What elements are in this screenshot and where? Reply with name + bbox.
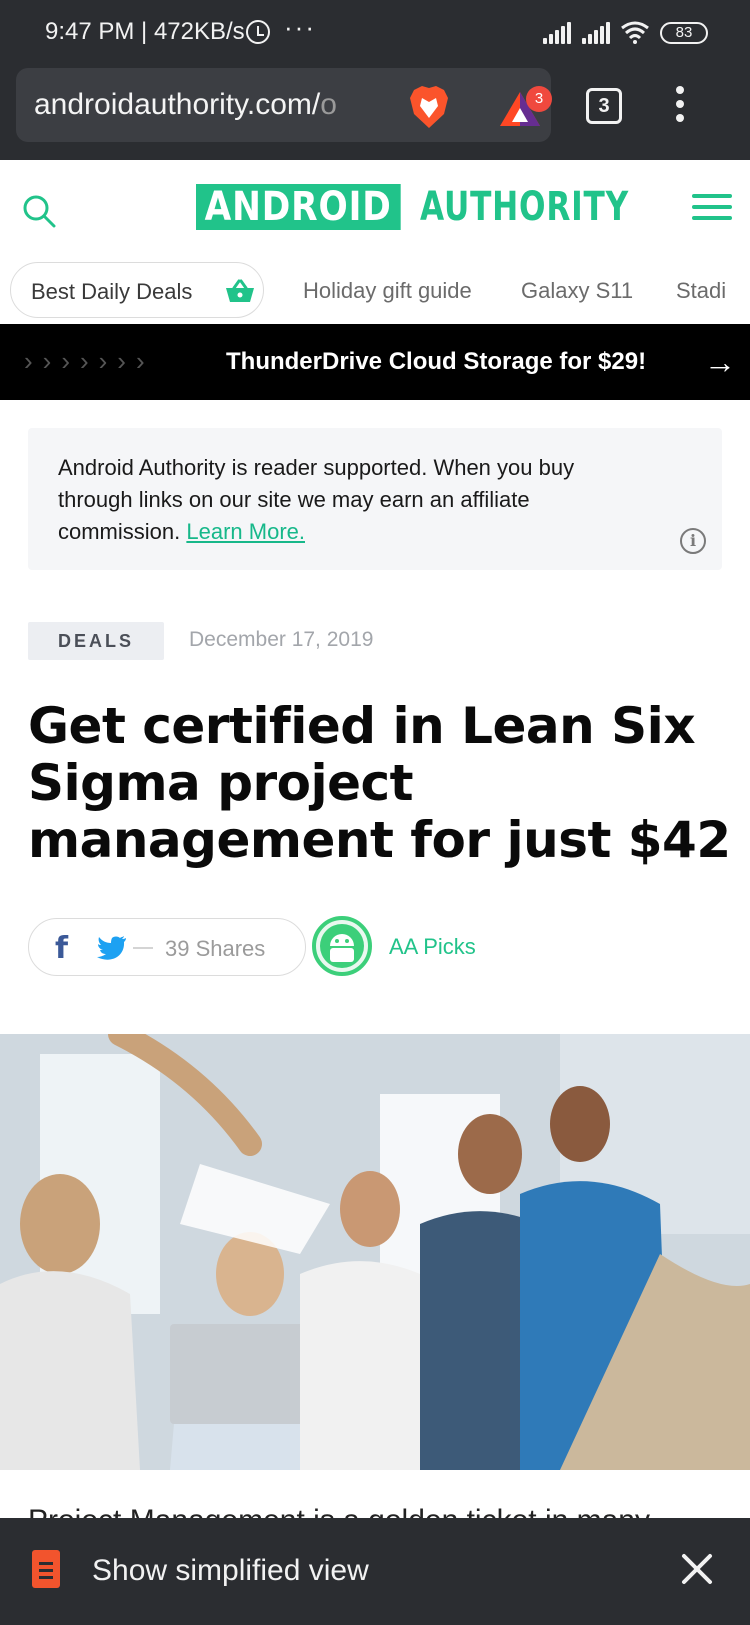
logo-authority: AUTHORITY <box>419 184 629 230</box>
close-icon[interactable] <box>680 1552 714 1586</box>
divider <box>133 947 153 949</box>
promo-banner[interactable]: ››››››› ThunderDrive Cloud Storage for $… <box>0 324 750 400</box>
chip-best-daily-deals[interactable]: Best Daily Deals <box>10 262 264 318</box>
promo-text: ThunderDrive Cloud Storage for $29! <box>226 348 647 375</box>
share-count: 39 Shares <box>165 936 266 961</box>
chevrons-decoration: ››››››› <box>24 346 155 376</box>
browser-toolbar: androidauthority.com/o 3 3 <box>0 64 750 160</box>
address-bar[interactable]: androidauthority.com/o 3 <box>16 68 552 142</box>
tab-switcher-button[interactable]: 3 <box>586 88 622 124</box>
hero-image <box>0 1034 750 1470</box>
status-time: 9:47 PM | 472KB/s <box>45 18 245 45</box>
rewards-badge: 3 <box>526 86 552 112</box>
affiliate-notice: Android Authority is reader supported. W… <box>28 428 722 570</box>
chip-label: Best Daily Deals <box>31 279 193 304</box>
url-text[interactable]: androidauthority.com/o <box>34 88 384 122</box>
learn-more-link[interactable]: Learn More. <box>186 519 305 544</box>
twitter-icon[interactable] <box>97 935 127 961</box>
reader-mode-icon <box>32 1550 60 1588</box>
category-tag[interactable]: DEALS <box>28 622 164 660</box>
alarm-icon <box>246 20 270 44</box>
author-avatar[interactable] <box>312 916 372 976</box>
battery-icon: 83 <box>660 22 708 44</box>
article-date: December 17, 2019 <box>189 628 374 651</box>
chip-holiday-gift-guide[interactable]: Holiday gift guide <box>303 278 472 304</box>
hero-illustration <box>0 1034 750 1470</box>
simplified-view-bar: Show simplified view <box>0 1518 750 1625</box>
wifi-icon <box>621 21 649 44</box>
search-icon[interactable] <box>22 194 56 228</box>
menu-icon[interactable] <box>692 194 732 224</box>
more-notifications-icon: ··· <box>284 12 316 42</box>
show-simplified-view-button[interactable]: Show simplified view <box>92 1554 369 1588</box>
chip-galaxy-s11[interactable]: Galaxy S11 <box>521 278 633 304</box>
logo-android: ANDROID <box>196 184 401 230</box>
status-bar: 9:47 PM | 472KB/s ··· 83 <box>0 0 750 64</box>
android-robot-icon <box>320 924 364 968</box>
arrow-right-icon: → <box>704 344 736 380</box>
notice-text: Android Authority is reader supported. W… <box>58 455 575 544</box>
site-logo[interactable]: ANDROID AUTHORITY <box>196 184 687 230</box>
author-name[interactable]: AA Picks <box>389 934 476 960</box>
chip-stadia[interactable]: Stadi <box>676 278 726 304</box>
category-nav: Best Daily Deals Holiday gift guide Gala… <box>0 254 750 324</box>
browser-menu-icon[interactable] <box>672 86 688 126</box>
info-icon[interactable]: i <box>680 528 706 554</box>
signal-icon <box>543 22 573 44</box>
article-title: Get certified in Lean Six Sigma project … <box>28 697 731 869</box>
brave-shields-icon[interactable] <box>408 84 450 130</box>
share-bar: f 39 Shares <box>28 918 306 976</box>
facebook-icon[interactable]: f <box>55 931 68 966</box>
site-header: ANDROID AUTHORITY <box>0 160 750 254</box>
basket-icon <box>226 279 254 302</box>
signal-icon <box>582 22 612 44</box>
